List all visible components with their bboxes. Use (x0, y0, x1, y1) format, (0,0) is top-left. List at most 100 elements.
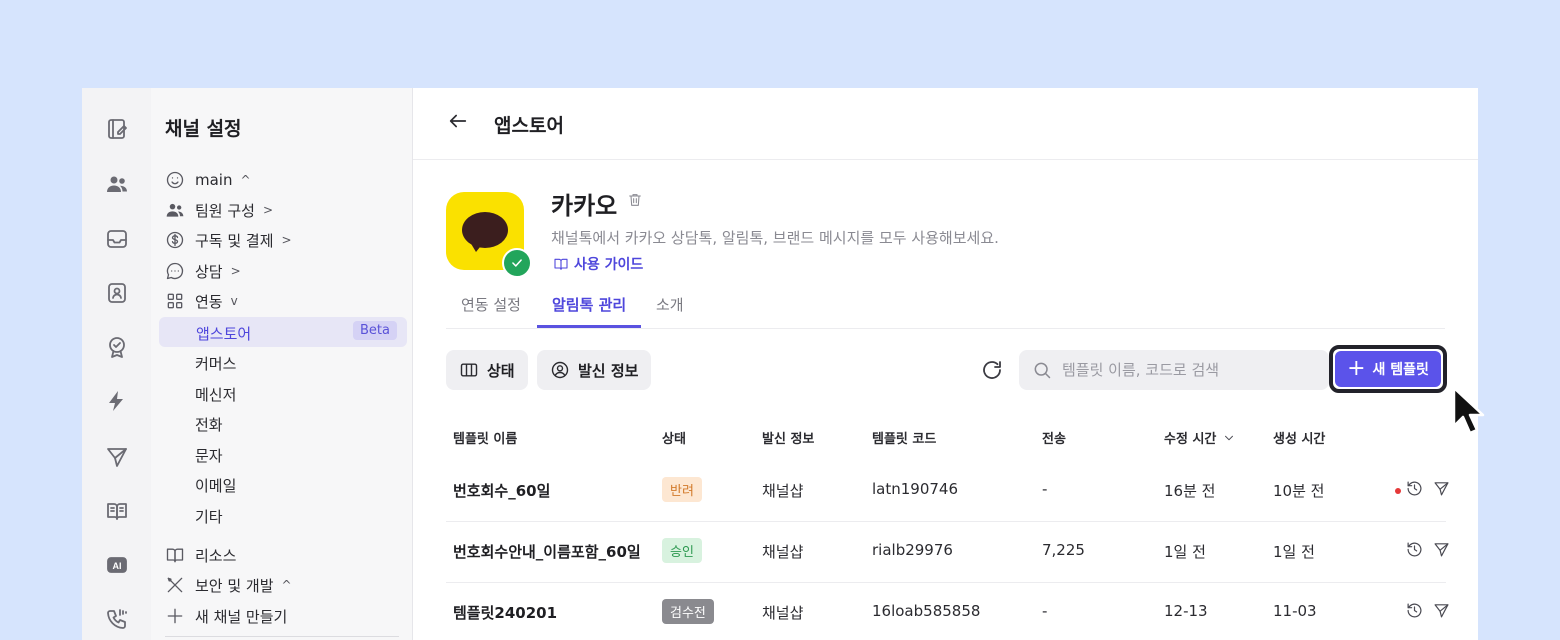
status-filter-label: 상태 (487, 361, 515, 380)
sent-cell: 7,225 (1042, 541, 1085, 559)
plus-icon: + (1347, 356, 1366, 381)
created-cell: 11-03 (1273, 602, 1317, 620)
send-test-icon[interactable] (1433, 541, 1450, 562)
new-template-button[interactable]: + 새 템플릿 (1329, 345, 1447, 393)
badge-check-icon[interactable] (104, 334, 130, 360)
status-badge: 검수전 (662, 599, 714, 624)
sidebar-item-label: 새 채널 만들기 (195, 607, 288, 626)
chat-bubble-icon (166, 262, 184, 280)
chevron-right-icon: > (281, 233, 292, 247)
search-input[interactable] (1060, 360, 1324, 380)
sender-cell: 채널샵 (762, 543, 804, 561)
app-description: 채널톡에서 카카오 상담톡, 알림톡, 브랜드 메시지를 모두 사용해보세요. (551, 229, 999, 247)
ai-icon[interactable]: AI (104, 552, 130, 578)
plus-icon (167, 608, 183, 624)
sidebar-item-security[interactable]: 보안 및 개발 ^ (165, 573, 292, 597)
note-edit-icon[interactable] (104, 116, 130, 142)
tab-integration-settings[interactable]: 연동 설정 (461, 294, 521, 315)
status-filter-button[interactable]: 상태 (446, 350, 528, 390)
column-header-sent[interactable]: 전송 (1042, 428, 1066, 447)
column-header-modified[interactable]: 수정 시간 (1164, 428, 1236, 447)
table-row[interactable]: 템플릿240201 검수전 채널샵 16loab585858 - 12-13 1… (446, 582, 1449, 640)
mouse-pointer-icon (1450, 386, 1492, 440)
created-cell: 10분 전 (1273, 482, 1325, 500)
sender-cell: 채널샵 (762, 482, 804, 500)
sidebar-item-resources[interactable]: 리소스 (165, 543, 236, 567)
sidebar-item-main[interactable]: main ^ (165, 168, 251, 192)
columns-icon (460, 363, 478, 377)
book-icon[interactable] (104, 498, 130, 524)
history-icon[interactable] (1406, 541, 1423, 562)
sidebar-item-new-channel[interactable]: 새 채널 만들기 (165, 604, 287, 628)
chevron-up-icon: ^ (240, 173, 251, 187)
send-test-icon[interactable] (1433, 602, 1450, 623)
sidebar-sub-appstore[interactable]: 앱스토어 (196, 323, 251, 344)
sidebar-item-label: 보안 및 개발 (195, 576, 274, 595)
icon-rail: AI (82, 88, 152, 640)
channel-settings-sidebar: 채널 설정 main ^ 팀원 구성 > 구독 및 결제 > 상담 > 연동 v… (151, 88, 413, 640)
sidebar-item-label: 구독 및 결제 (195, 231, 274, 250)
column-header-sender[interactable]: 발신 정보 (762, 428, 814, 447)
code-cell: latn190746 (872, 480, 959, 498)
sidebar-sub-commerce[interactable]: 커머스 (195, 353, 236, 374)
sidebar-item-team[interactable]: 팀원 구성 > (165, 198, 273, 222)
modified-cell: 1일 전 (1164, 543, 1206, 561)
lightning-icon[interactable] (104, 388, 130, 414)
smile-icon (166, 171, 184, 189)
team-icon[interactable] (104, 171, 130, 197)
history-icon[interactable] (1406, 480, 1423, 501)
chevron-up-icon: ^ (281, 578, 292, 592)
sidebar-item-label: 팀원 구성 (195, 201, 255, 220)
dollar-circle-icon (166, 231, 184, 249)
sidebar-sub-messenger[interactable]: 메신저 (195, 384, 236, 405)
template-name: 번호회수안내_이름포함_60일 (453, 543, 641, 561)
history-icon[interactable] (1406, 602, 1423, 623)
sidebar-item-label: 연동 (195, 292, 223, 311)
active-tab-indicator (537, 325, 641, 328)
divider (165, 636, 399, 637)
chevron-right-icon: > (262, 203, 274, 217)
column-header-code[interactable]: 템플릿 코드 (872, 428, 936, 447)
modified-cell: 16분 전 (1164, 482, 1216, 500)
template-search (1019, 350, 1329, 390)
modified-cell: 12-13 (1164, 602, 1208, 620)
chevron-down-icon (1225, 435, 1234, 440)
sidebar-sub-sms[interactable]: 문자 (195, 445, 223, 466)
sender-info-button[interactable]: 발신 정보 (537, 350, 652, 390)
contact-book-icon[interactable] (104, 280, 130, 306)
inbox-icon[interactable] (104, 226, 130, 252)
status-badge: 승인 (662, 538, 702, 563)
trash-icon[interactable] (627, 192, 643, 212)
table-row[interactable]: 번호회수안내_이름포함_60일 승인 채널샵 rialb29976 7,225 … (446, 521, 1449, 583)
usage-guide-link[interactable]: 사용 가이드 (553, 254, 643, 274)
send-icon[interactable] (104, 444, 130, 470)
book-open-icon (166, 548, 184, 563)
tab-alimtalk-management[interactable]: 알림톡 관리 (552, 294, 626, 315)
code-cell: 16loab585858 (872, 602, 981, 620)
created-cell: 1일 전 (1273, 543, 1315, 561)
sidebar-item-integration[interactable]: 연동 v (165, 289, 238, 313)
tab-intro[interactable]: 소개 (656, 294, 684, 315)
sidebar-item-label: 상담 (195, 262, 223, 281)
chevron-down-icon: v (230, 294, 238, 308)
sender-info-label: 발신 정보 (578, 361, 639, 380)
sidebar-item-label: main (195, 171, 233, 189)
sidebar-item-billing[interactable]: 구독 및 결제 > (165, 228, 292, 252)
column-header-modified-label: 수정 시간 (1164, 432, 1217, 447)
verified-check-icon (502, 248, 532, 278)
phone-wave-icon[interactable] (104, 606, 130, 632)
refresh-icon[interactable] (980, 358, 1004, 386)
app-name: 카카오 (551, 192, 618, 220)
column-header-created[interactable]: 생성 시간 (1273, 428, 1325, 447)
sidebar-sub-phone[interactable]: 전화 (195, 414, 223, 435)
sidebar-item-consult[interactable]: 상담 > (165, 259, 241, 283)
send-test-icon[interactable] (1433, 480, 1450, 501)
table-row[interactable]: 번호회수_60일 반려 채널샵 latn190746 - 16분 전 10분 전 (446, 460, 1449, 522)
sidebar-sub-email[interactable]: 이메일 (195, 475, 236, 496)
back-arrow-icon[interactable] (447, 110, 471, 134)
user-circle-icon (551, 361, 569, 379)
speech-bubble-icon (462, 212, 508, 248)
column-header-name[interactable]: 템플릿 이름 (453, 428, 517, 447)
column-header-status[interactable]: 상태 (662, 428, 686, 447)
sidebar-sub-etc[interactable]: 기타 (195, 506, 223, 527)
